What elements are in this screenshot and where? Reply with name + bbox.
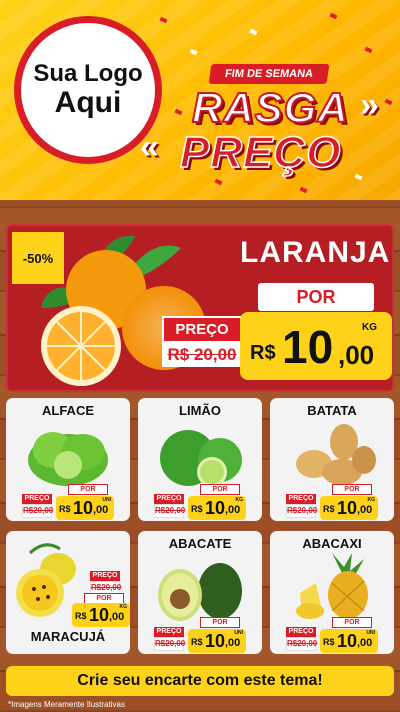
hero-old-price-tag: PREÇO R$ 20,00 — [162, 316, 242, 372]
hero-currency: R$ — [250, 342, 276, 364]
currency: R$ — [75, 611, 87, 621]
old-price-label: PREÇO — [22, 494, 52, 504]
price-cents: ,00 — [225, 504, 241, 516]
hero-price-unit: KG — [362, 322, 377, 333]
old-price-value: R$20,00 — [22, 504, 53, 518]
price-cents: ,00 — [357, 637, 373, 649]
old-price-tag: PREÇO R$20,00 — [154, 627, 185, 651]
hero-por-label: POR — [258, 283, 374, 311]
product-card-alface: ALFACE PREÇO R$20,00 POR R$ 10 ,00 UNI — [6, 398, 130, 521]
old-price-value: R$20,00 — [286, 637, 317, 651]
hero-product-name: LARANJA — [240, 236, 391, 269]
price-cents: ,00 — [93, 504, 109, 516]
price-unit: UNI — [102, 497, 111, 503]
potato-image — [296, 424, 376, 485]
price-int: 10 — [89, 605, 110, 625]
old-price-value: R$20,00 — [154, 637, 185, 651]
product-name: LIMÃO — [179, 403, 221, 418]
product-card-limao: LIMÃO PREÇO R$20,00 POR R$ 10 ,00 KG — [138, 398, 262, 521]
old-price-tag: PREÇO R$20,00 — [90, 571, 121, 595]
price-unit: UNI — [234, 630, 243, 636]
price-int: 10 — [205, 631, 226, 651]
avocado-image — [158, 563, 242, 621]
por-label: POR — [68, 484, 108, 495]
currency: R$ — [59, 504, 71, 514]
old-price-tag: PREÇO R$20,00 — [22, 494, 53, 518]
price-tag: R$ 10 ,00 KG — [72, 603, 130, 627]
pineapple-image — [296, 553, 368, 619]
old-price-tag: PREÇO R$20,00 — [154, 494, 185, 518]
price-tag: R$ 10 ,00 KG — [320, 496, 378, 520]
hero-old-price-value: R$ 20,00 — [162, 343, 242, 367]
product-name: ABACAXI — [302, 536, 362, 551]
price-unit: KG — [367, 497, 376, 503]
product-name: BATATA — [307, 403, 357, 418]
product-card-abacaxi: ABACAXI PREÇO R$20,00 POR R$ 10 ,00 UNI — [270, 531, 394, 654]
passion-fruit-image — [16, 543, 76, 617]
hero-price-tag: R$ 10 ,00 KG — [240, 312, 392, 380]
chevron-right-icon: » — [360, 86, 379, 124]
header-banner: Sua Logo Aqui FIM DE SEMANA RASGA » « PR… — [0, 0, 400, 205]
currency: R$ — [191, 504, 203, 514]
por-label: POR — [200, 484, 240, 495]
title-rasga: RASGA — [191, 83, 349, 132]
price-int: 10 — [205, 498, 226, 518]
price-cents: ,00 — [225, 637, 241, 649]
product-name: ALFACE — [42, 403, 94, 418]
hero-price-int: 10 — [282, 321, 334, 373]
old-price-value: R$20,00 — [286, 504, 317, 518]
currency: R$ — [323, 504, 335, 514]
price-tag: R$ 10 ,00 UNI — [188, 629, 246, 653]
product-name: ABACATE — [168, 536, 232, 551]
old-price-value: R$20,00 — [154, 504, 185, 518]
por-label: POR — [200, 617, 240, 628]
old-price-label: PREÇO — [154, 627, 184, 637]
hero-old-price-label: PREÇO — [162, 316, 242, 343]
hero-price-cents: ,00 — [338, 340, 375, 370]
por-label: POR — [332, 484, 372, 495]
weekend-ribbon: FIM DE SEMANA — [208, 64, 330, 84]
price-tag: R$ 10 ,00 UNI — [320, 629, 378, 653]
product-card-abacate: ABACATE PREÇO R$20,00 POR R$ 10 ,00 UNI — [138, 531, 262, 654]
price-int: 10 — [337, 498, 358, 518]
currency: R$ — [191, 637, 203, 647]
logo-line-1: Sua Logo — [33, 59, 143, 87]
price-int: 10 — [73, 498, 94, 518]
price-tag: R$ 10 ,00 KG — [188, 496, 246, 520]
price-unit: UNI — [366, 630, 375, 636]
chevron-left-icon: « — [140, 128, 159, 166]
old-price-label: PREÇO — [286, 494, 316, 504]
price-int: 10 — [337, 631, 358, 651]
por-label: POR — [332, 617, 372, 628]
old-price-label: PREÇO — [90, 571, 120, 581]
logo-line-2: Aqui — [54, 85, 122, 119]
title-preco: PREÇO — [179, 127, 342, 178]
discount-badge: -50% — [12, 232, 64, 284]
old-price-label: PREÇO — [286, 627, 316, 637]
lime-image — [160, 430, 242, 487]
disclaimer-text: *Imagens Meramente Ilustrativas — [8, 700, 125, 709]
price-unit: KG — [235, 497, 244, 503]
old-price-label: PREÇO — [154, 494, 184, 504]
old-price-tag: PREÇO R$20,00 — [286, 627, 317, 651]
price-cents: ,00 — [357, 504, 373, 516]
product-name: MARACUJÁ — [30, 629, 106, 644]
currency: R$ — [323, 637, 335, 647]
old-price-tag: PREÇO R$20,00 — [286, 494, 317, 518]
price-unit: KG — [119, 604, 128, 610]
product-card-batata: BATATA PREÇO R$20,00 POR R$ 10 ,00 KG — [270, 398, 394, 521]
cta-banner[interactable]: Crie seu encarte com este tema! — [6, 666, 394, 696]
lettuce-image — [28, 432, 108, 486]
price-cents: ,00 — [109, 611, 125, 623]
product-card-maracuja: MARACUJÁ PREÇO R$20,00 POR R$ 10 ,00 KG — [6, 531, 130, 654]
price-tag: R$ 10 ,00 UNI — [56, 496, 114, 520]
